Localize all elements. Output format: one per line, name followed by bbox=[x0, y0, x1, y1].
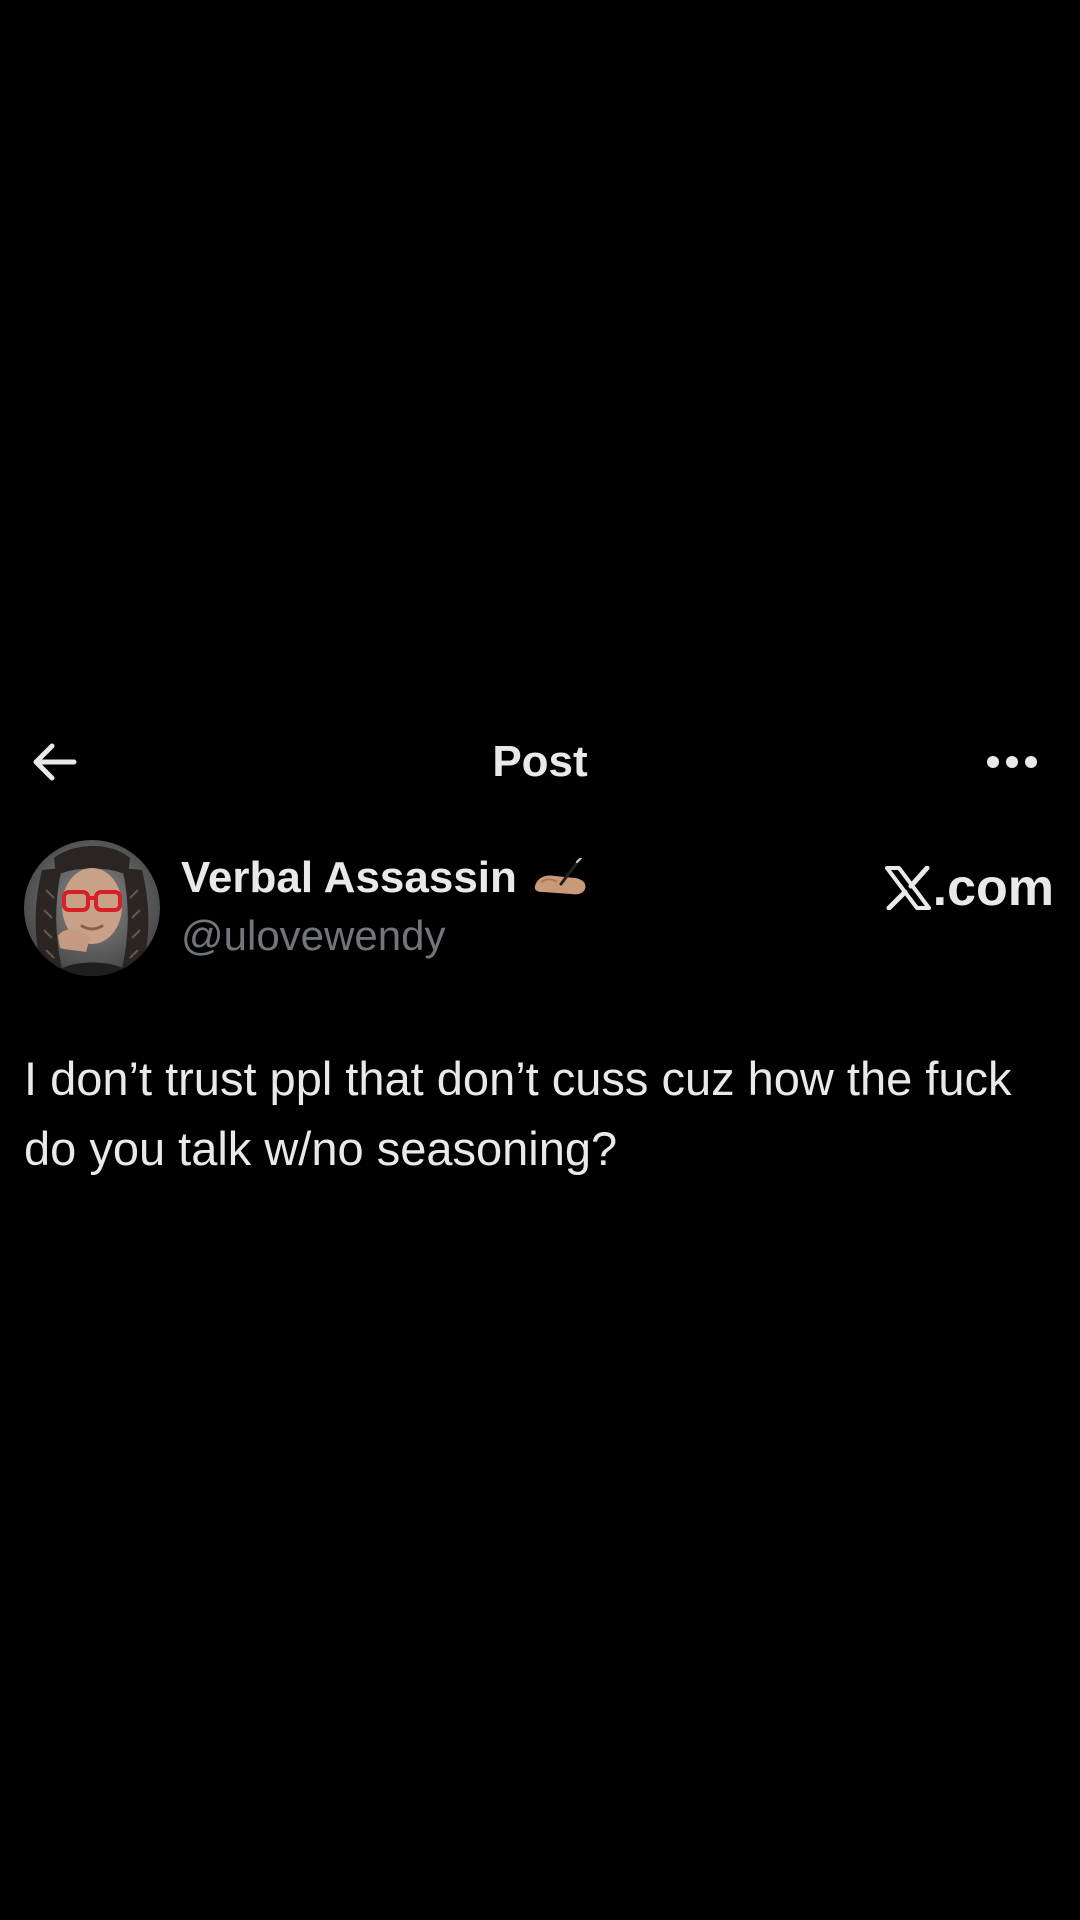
avatar[interactable] bbox=[24, 840, 160, 976]
back-button[interactable] bbox=[26, 736, 82, 788]
author-name-row: Verbal Assassin bbox=[181, 850, 589, 906]
author-name[interactable]: Verbal Assassin bbox=[181, 850, 517, 906]
post-text: I don’t trust ppl that don’t cuss cuz ho… bbox=[24, 1052, 1012, 1175]
top-navigation-bar: Post bbox=[0, 728, 1080, 796]
arrow-left-icon bbox=[33, 743, 77, 781]
more-options-button[interactable] bbox=[980, 736, 1044, 788]
x-com-watermark: .com bbox=[884, 858, 1054, 918]
page-title: Post bbox=[492, 737, 588, 786]
writing-hand-emoji bbox=[531, 858, 589, 898]
x-logo-icon bbox=[884, 866, 931, 910]
author-handle[interactable]: @ulovewendy bbox=[181, 910, 445, 962]
more-horizontal-icon bbox=[987, 756, 1037, 768]
post-author: Verbal Assassin @ulovewendy .com bbox=[24, 840, 1056, 976]
watermark-text: .com bbox=[932, 859, 1054, 917]
avatar-photo bbox=[24, 840, 160, 976]
